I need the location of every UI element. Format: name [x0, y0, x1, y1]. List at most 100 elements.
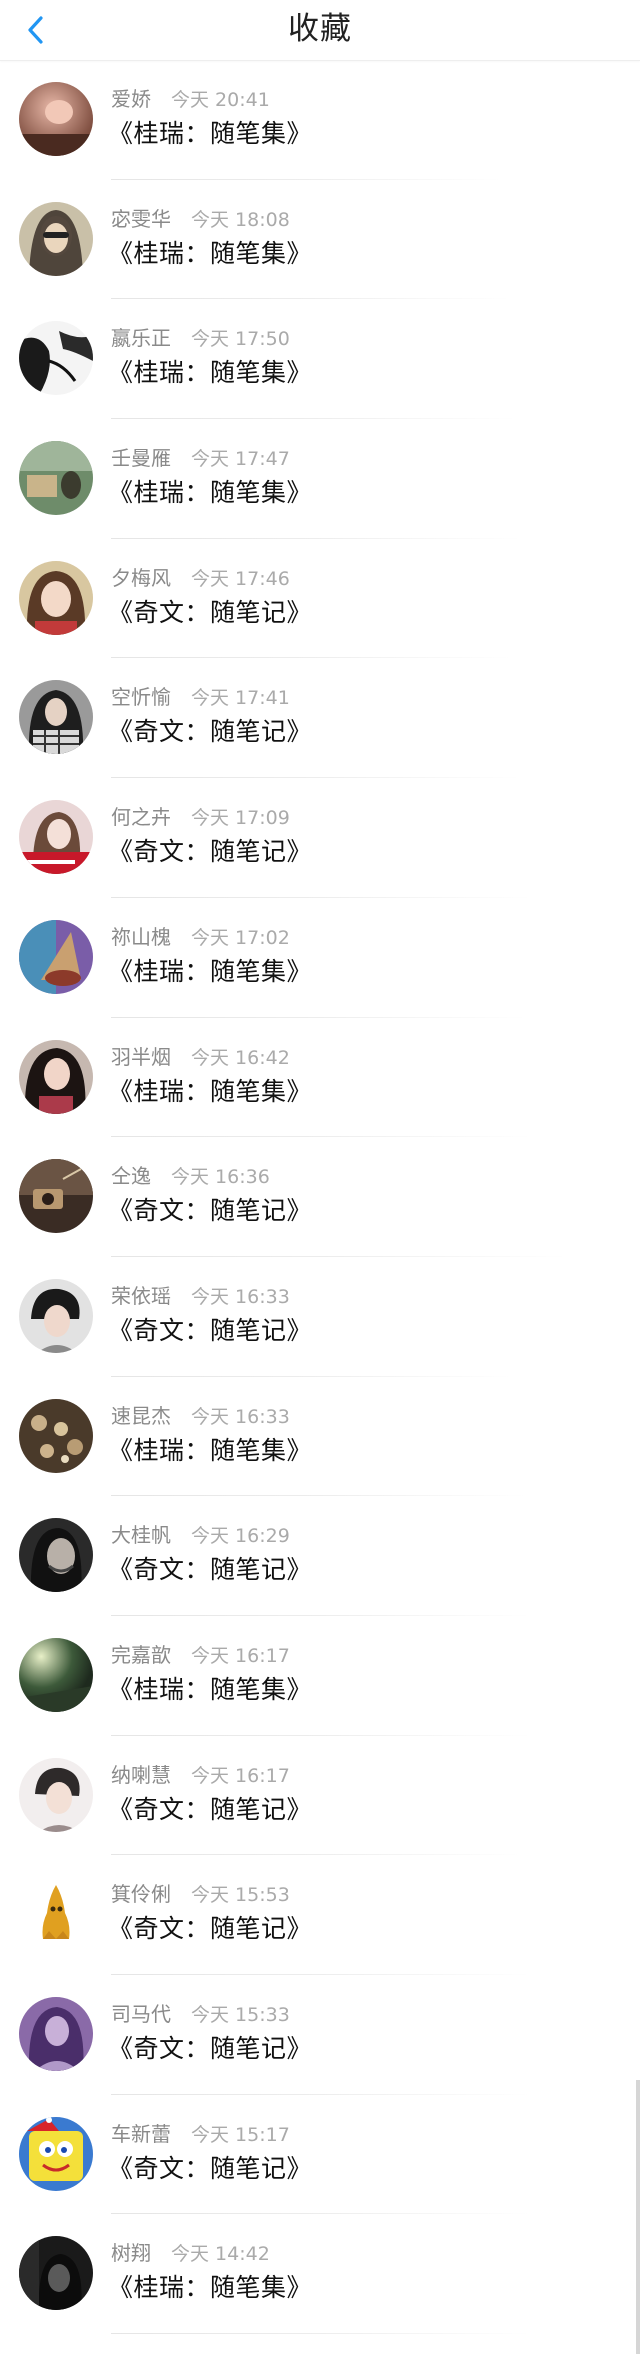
user-name: 宓雯华: [111, 206, 171, 231]
user-avatar-icon: [19, 1997, 93, 2071]
timestamp: 今天 16:17: [191, 1644, 290, 1667]
list-item[interactable]: 完嘉歆 今天 16:17 《桂瑞：随笔集》: [0, 1616, 640, 1736]
list-item[interactable]: 车新蕾 今天 15:17 《奇文：随笔记》: [0, 2095, 640, 2215]
collection-title: 《桂瑞：随笔集》: [108, 119, 313, 148]
list-item[interactable]: 祢山槐 今天 17:02 《桂瑞：随笔集》: [0, 898, 640, 1018]
list-item[interactable]: 箕伶俐 今天 15:53 《奇文：随笔记》: [0, 1855, 640, 1975]
timestamp: 今天 17:09: [191, 807, 290, 830]
timestamp: 今天 18:08: [191, 208, 290, 231]
user-name: 完嘉歆: [111, 1642, 171, 1667]
timestamp: 今天 17:50: [191, 328, 290, 351]
collection-title: 《桂瑞：随笔集》: [108, 1076, 313, 1106]
timestamp: 今天 15:17: [191, 2123, 290, 2146]
user-name: 箕伶俐: [111, 1882, 171, 1907]
item-meta: 荣依瑶 今天 16:33: [111, 1283, 290, 1310]
item-meta: 祢山槐 今天 17:02: [111, 924, 290, 951]
timestamp: 今天 17:47: [191, 448, 290, 471]
top-bar: 收藏: [0, 0, 640, 61]
timestamp: 今天 17:46: [191, 567, 290, 590]
list-item[interactable]: 壬曼雁 今天 17:47 《桂瑞：随笔集》: [0, 419, 640, 539]
timestamp: 今天 16:42: [191, 1046, 290, 1069]
list-item[interactable]: 司马代 今天 15:33 《奇文：随笔记》: [0, 1975, 640, 2095]
list-item[interactable]: 仝逸 今天 16:36 《奇文：随笔记》: [0, 1137, 640, 1257]
item-meta: 大桂帆 今天 16:29: [111, 1522, 290, 1549]
collection-title: 《桂瑞：随笔集》: [108, 2273, 313, 2303]
user-name: 嬴乐正: [111, 326, 171, 351]
list-item[interactable]: 爱娇 今天 20:41 《桂瑞：随笔集》: [0, 60, 640, 180]
scrollbar[interactable]: [636, 2080, 640, 2354]
item-meta: 司马代 今天 15:33: [111, 2001, 290, 2028]
timestamp: 今天 14:42: [171, 2243, 270, 2266]
collection-title: 《桂瑞：随笔集》: [108, 1435, 313, 1465]
item-meta: 空忻愉 今天 17:41: [111, 684, 290, 711]
user-name: 速昆杰: [111, 1403, 171, 1428]
user-name: 车新蕾: [111, 2121, 171, 2146]
timestamp: 今天 15:33: [191, 2004, 290, 2026]
item-meta: 速昆杰 今天 16:33: [111, 1403, 290, 1430]
user-avatar-icon: [19, 1518, 93, 1593]
collection-title: 《奇文：随笔记》: [108, 1555, 313, 1585]
user-avatar-icon: [19, 82, 93, 156]
user-avatar-icon: [19, 680, 93, 755]
list-item[interactable]: 宓雯华 今天 18:08 《桂瑞：随笔集》: [0, 180, 640, 300]
list-item[interactable]: 空忻愉 今天 17:41 《奇文：随笔记》: [0, 658, 640, 779]
collection-title: 《奇文：随笔记》: [108, 2153, 313, 2183]
user-name: 纳喇慧: [111, 1762, 171, 1787]
user-avatar-icon: [19, 1278, 93, 1353]
list-item[interactable]: 嬴乐正 今天 17:50 《桂瑞：随笔集》: [0, 299, 640, 420]
timestamp: 今天 17:02: [191, 926, 290, 949]
user-name: 壬曼雁: [111, 446, 171, 471]
favorites-list: 爱娇 今天 20:41 《桂瑞：随笔集》 宓雯华 今天 18:08 《桂瑞：随笔…: [0, 60, 640, 2335]
user-name: 爱娇: [111, 87, 151, 111]
collection-title: 《奇文：随笔记》: [108, 2034, 313, 2063]
list-item[interactable]: 大桂帆 今天 16:29 《奇文：随笔记》: [0, 1496, 640, 1616]
user-avatar-icon: [19, 321, 93, 396]
collection-title: 《奇文：随笔记》: [108, 1914, 313, 1944]
user-avatar-icon: [19, 1039, 93, 1114]
user-avatar-icon: [19, 1877, 93, 1952]
collection-title: 《桂瑞：随笔集》: [108, 956, 313, 986]
collection-title: 《奇文：随笔记》: [108, 1196, 313, 1226]
user-avatar-icon: [19, 201, 93, 276]
user-avatar-icon: [19, 441, 93, 516]
user-name: 羽半烟: [111, 1044, 171, 1069]
user-name: 何之卉: [111, 805, 171, 830]
user-name: 空忻愉: [111, 685, 171, 710]
user-name: 仝逸: [111, 1164, 151, 1189]
list-item[interactable]: 纳喇慧 今天 16:17 《奇文：随笔记》: [0, 1736, 640, 1856]
timestamp: 今天 16:36: [171, 1166, 270, 1189]
page-title: 收藏: [288, 11, 352, 47]
timestamp: 今天 15:53: [191, 1884, 290, 1907]
item-meta: 树翔 今天 14:42: [111, 2240, 270, 2267]
collection-title: 《奇文：随笔记》: [108, 1315, 313, 1345]
collection-title: 《奇文：随笔记》: [108, 597, 313, 627]
timestamp: 今天 16:17: [191, 1764, 290, 1787]
timestamp: 今天 16:33: [191, 1405, 290, 1428]
list-item[interactable]: 速昆杰 今天 16:33 《桂瑞：随笔集》: [0, 1377, 640, 1497]
item-meta: 壬曼雁 今天 17:47: [111, 445, 290, 472]
item-meta: 纳喇慧 今天 16:17: [111, 1762, 290, 1789]
collection-title: 《桂瑞：随笔集》: [108, 1674, 313, 1704]
list-item[interactable]: 荣依瑶 今天 16:33 《奇文：随笔记》: [0, 1257, 640, 1377]
timestamp: 今天 20:41: [171, 89, 270, 111]
list-item[interactable]: 树翔 今天 14:42 《桂瑞：随笔集》: [0, 2214, 640, 2335]
list-item[interactable]: 羽半烟 今天 16:42 《桂瑞：随笔集》: [0, 1018, 640, 1138]
collection-title: 《桂瑞：随笔集》: [108, 478, 313, 508]
list-item[interactable]: 何之卉 今天 17:09 《奇文：随笔记》: [0, 778, 640, 898]
item-meta: 完嘉歆 今天 16:17: [111, 1642, 290, 1669]
item-meta: 车新蕾 今天 15:17: [111, 2121, 290, 2148]
item-meta: 爱娇 今天 20:41: [111, 86, 270, 113]
user-avatar-icon: [19, 1637, 93, 1712]
user-avatar-icon: [19, 560, 93, 635]
user-name: 夕梅风: [111, 565, 171, 590]
list-item[interactable]: 夕梅风 今天 17:46 《奇文：随笔记》: [0, 539, 640, 659]
collection-title: 《奇文：随笔记》: [108, 717, 313, 747]
timestamp: 今天 16:33: [191, 1285, 290, 1308]
item-meta: 夕梅风 今天 17:46: [111, 565, 290, 592]
item-meta: 宓雯华 今天 18:08: [111, 206, 290, 233]
row-divider: [111, 2333, 531, 2335]
timestamp: 今天 16:29: [191, 1525, 290, 1548]
item-meta: 仝逸 今天 16:36: [111, 1163, 270, 1190]
collection-title: 《桂瑞：随笔集》: [108, 238, 313, 268]
user-avatar-icon: [19, 2236, 93, 2311]
